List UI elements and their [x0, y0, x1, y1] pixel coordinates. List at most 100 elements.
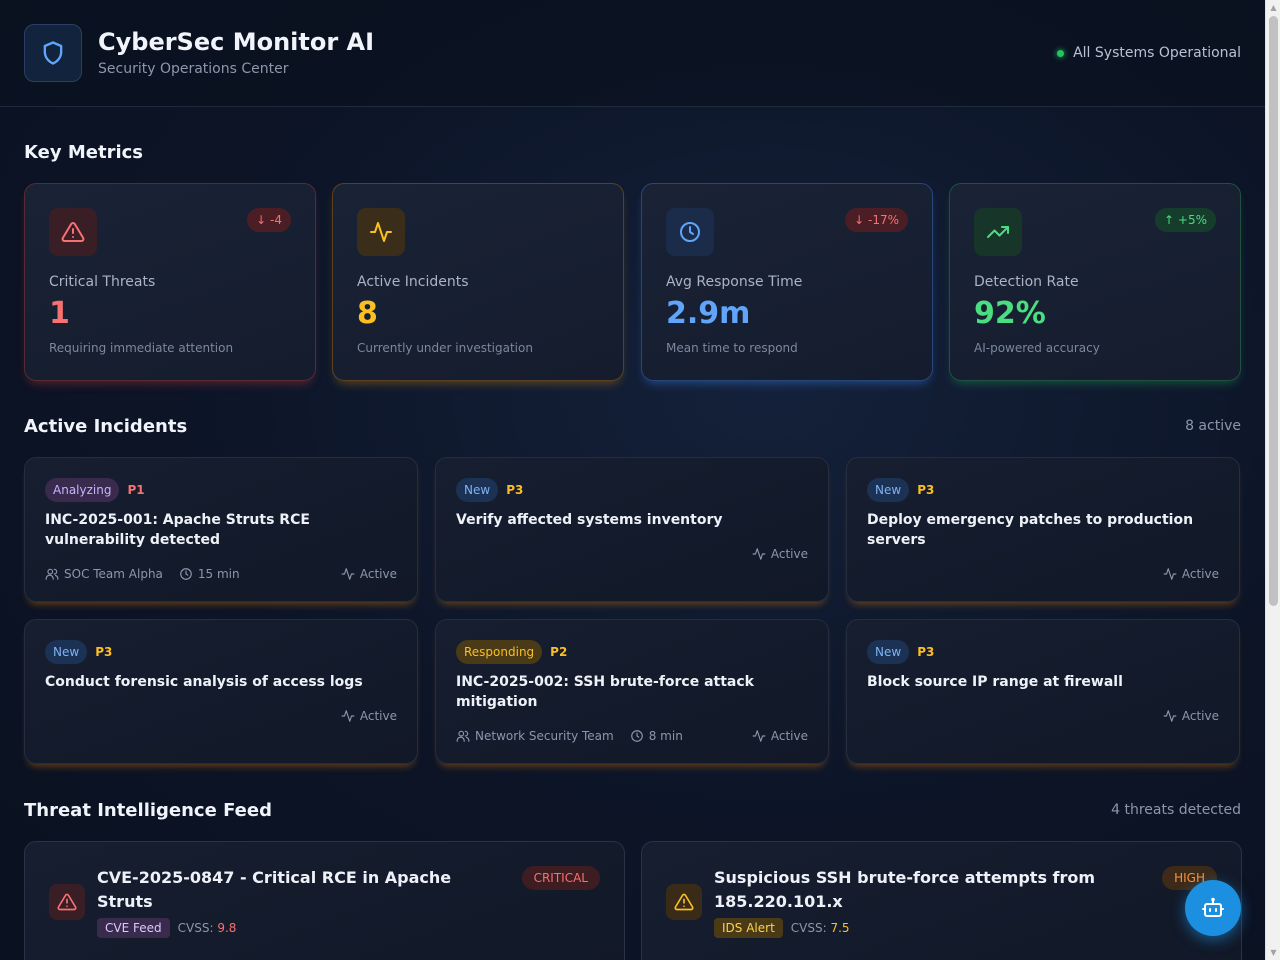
alert-triangle-icon — [61, 221, 85, 242]
threat-cvss: CVSS: 9.8 — [178, 921, 237, 935]
incident-status-badge: New — [867, 478, 910, 502]
clock-icon — [630, 730, 643, 742]
incident-title: Verify affected systems inventory — [456, 512, 723, 528]
metric-description: Requiring immediate attention — [49, 341, 234, 355]
incident-priority: P3 — [506, 483, 524, 497]
metric-label: Critical Threats — [49, 274, 156, 290]
cvss-label: CVSS: — [790, 921, 827, 935]
clock-icon — [680, 222, 700, 242]
scrollbar-thumb[interactable] — [1269, 16, 1278, 606]
incident-team: SOC Team Alpha — [45, 567, 163, 581]
threat-card[interactable]: CVE-2025-0847 - Critical RCE in Apache S… — [24, 841, 625, 960]
metric-card-detection-rate[interactable]: ↑ +5% Detection Rate 92% AI-powered accu… — [949, 183, 1241, 381]
activity-icon — [341, 710, 355, 722]
ai-assistant-button[interactable] — [1185, 880, 1241, 936]
incident-status-badge: New — [45, 640, 88, 664]
incident-card[interactable]: New P3 Deploy emergency patches to produ… — [846, 457, 1240, 602]
incident-priority: P3 — [917, 645, 935, 659]
incident-card[interactable]: New P3 Conduct forensic analysis of acce… — [24, 619, 418, 764]
incident-meta: Network Security Team 8 min — [456, 729, 683, 743]
threat-card[interactable]: Suspicious SSH brute-force attempts from… — [641, 841, 1242, 960]
activity-icon — [1163, 568, 1177, 580]
incident-title: Deploy emergency patches to production s… — [867, 512, 1194, 548]
cvss-score: 7.5 — [830, 921, 850, 935]
threat-meta: CVE Feed CVSS: 9.8 — [97, 918, 236, 938]
metric-label: Active Incidents — [357, 274, 469, 290]
incident-status-badge: New — [456, 478, 499, 502]
incident-priority: P2 — [550, 645, 568, 659]
threats-section-title: Threat Intelligence Feed — [24, 800, 272, 821]
page-scrollbar[interactable]: ▲ ▼ — [1265, 0, 1280, 960]
incident-card[interactable]: Analyzing P1 INC-2025-001: Apache Struts… — [24, 457, 418, 602]
incident-time: 15 min — [179, 567, 240, 581]
activity-icon — [752, 730, 766, 742]
incident-state: Active — [752, 729, 808, 743]
incident-state-label: Active — [1181, 709, 1219, 723]
incident-title: Block source IP range at firewall — [867, 674, 1123, 690]
incident-card[interactable]: New P3 Verify affected systems inventory… — [435, 457, 829, 602]
app-header: CyberSec Monitor AI Security Operations … — [0, 0, 1265, 107]
incident-time-label: 8 min — [648, 729, 683, 743]
metric-value: 8 — [357, 296, 378, 331]
metric-description: Mean time to respond — [666, 341, 798, 355]
metric-value: 1 — [49, 296, 70, 331]
shield-icon — [43, 41, 63, 65]
incident-state-label: Active — [1181, 567, 1219, 581]
metric-icon-box — [49, 208, 97, 256]
metric-label: Avg Response Time — [666, 274, 803, 290]
metric-card-critical-threats[interactable]: ↓ -4 Critical Threats 1 Requiring immedi… — [24, 183, 316, 381]
incident-priority: P1 — [127, 483, 145, 497]
alert-triangle-icon — [57, 893, 77, 911]
metric-icon-box — [666, 208, 714, 256]
clock-icon — [180, 568, 192, 580]
incident-tags: New P3 — [867, 640, 934, 664]
activity-icon — [1163, 710, 1177, 722]
incident-tags: New P3 — [867, 478, 934, 502]
page: CyberSec Monitor AI Security Operations … — [0, 0, 1265, 960]
threat-cvss: CVSS: 7.5 — [791, 921, 850, 935]
incident-status-badge: Analyzing — [45, 478, 120, 502]
threat-source-badge: IDS Alert — [714, 918, 783, 938]
app-logo — [24, 24, 82, 82]
threats-count: 4 threats detected — [1111, 802, 1241, 818]
incident-state-label: Active — [359, 709, 397, 723]
metric-card-avg-response-time[interactable]: ↓ -17% Avg Response Time 2.9m Mean time … — [641, 183, 933, 381]
threat-icon-box — [666, 884, 702, 920]
metric-card-active-incidents[interactable]: Active Incidents 8 Currently under inves… — [332, 183, 624, 381]
incident-tags: Responding P2 — [456, 640, 567, 664]
incident-state: Active — [341, 709, 397, 723]
incident-team-label: Network Security Team — [475, 729, 614, 743]
incident-title: INC-2025-002: SSH brute-force attack mit… — [456, 674, 754, 710]
threat-source-badge: CVE Feed — [97, 918, 170, 938]
users-icon — [456, 730, 470, 742]
threat-icon-box — [49, 884, 85, 920]
trending-up-icon — [987, 226, 1009, 238]
incident-card[interactable]: Responding P2 INC-2025-002: SSH brute-fo… — [435, 619, 829, 764]
users-icon — [45, 568, 59, 580]
threat-title: Suspicious SSH brute-force attempts from… — [714, 868, 1096, 911]
system-status-label: All Systems Operational — [1073, 45, 1241, 61]
activity-icon — [752, 548, 766, 560]
metric-label: Detection Rate — [974, 274, 1079, 290]
metric-delta-badge: ↑ +5% — [1155, 208, 1216, 232]
incident-status-badge: Responding — [456, 640, 543, 664]
incident-meta: SOC Team Alpha 15 min — [45, 567, 240, 581]
metric-icon-box — [357, 208, 405, 256]
incident-priority: P3 — [95, 645, 113, 659]
incident-state: Active — [341, 567, 397, 581]
incident-tags: New P3 — [45, 640, 112, 664]
incident-state: Active — [1163, 709, 1219, 723]
cvss-label: CVSS: — [177, 921, 214, 935]
system-status: All Systems Operational — [1057, 45, 1241, 61]
incident-tags: Analyzing P1 — [45, 478, 145, 502]
incident-state-label: Active — [359, 567, 397, 581]
activity-icon — [341, 568, 355, 580]
metric-description: AI-powered accuracy — [974, 341, 1100, 355]
threat-severity-badge: CRITICAL — [521, 866, 600, 890]
incident-card[interactable]: New P3 Block source IP range at firewall… — [846, 619, 1240, 764]
scroll-up-icon[interactable]: ▲ — [1266, 0, 1280, 15]
scroll-down-icon[interactable]: ▼ — [1266, 945, 1280, 960]
metrics-section-title: Key Metrics — [24, 142, 143, 163]
metric-description: Currently under investigation — [357, 341, 533, 355]
threat-meta: IDS Alert CVSS: 7.5 — [714, 918, 850, 938]
